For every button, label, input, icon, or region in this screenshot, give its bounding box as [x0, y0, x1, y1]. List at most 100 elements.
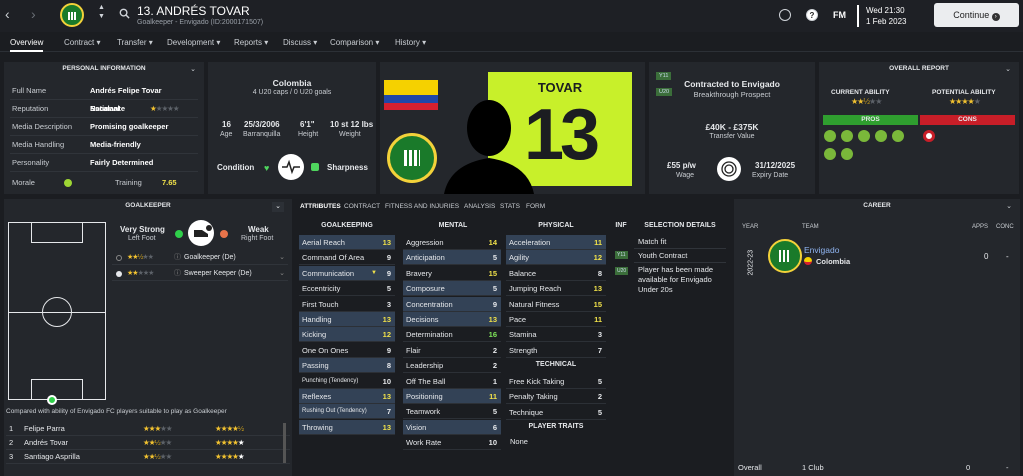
attribute-row[interactable]: Flair 2	[403, 343, 501, 358]
tab-contract[interactable]: Contract ▾	[64, 38, 100, 47]
player-name: Santiago Asprilla	[24, 452, 80, 461]
search-icon[interactable]	[119, 8, 130, 19]
position-marker[interactable]	[47, 395, 57, 405]
attribute-row[interactable]: Concentration 9	[403, 296, 501, 312]
role-row[interactable]: ★★½★★ ⓘ Goalkeeper (De) ⌄	[112, 251, 288, 265]
selection-text: Youth Contract	[638, 251, 688, 260]
pro-icon[interactable]	[841, 130, 853, 142]
role-row[interactable]: ★★★★★ ⓘ Sweeper Keeper (De) ⌄	[112, 267, 288, 281]
attribute-row[interactable]: Determination 16	[403, 327, 501, 343]
tab-transfer[interactable]: Transfer ▾	[117, 38, 153, 47]
attribute-row[interactable]: Leadership 2	[403, 358, 501, 374]
attribute-row[interactable]: Acceleration 11	[506, 235, 606, 250]
attribute-row[interactable]: Kicking 12	[299, 327, 395, 343]
attribute-row[interactable]: Agility 12	[506, 250, 606, 266]
tab-overview[interactable]: Overview	[10, 38, 44, 52]
pro-icon[interactable]	[858, 130, 870, 142]
attribute-row[interactable]: Decisions 13	[403, 312, 501, 327]
attribute-row[interactable]: Balance 8	[506, 266, 606, 281]
pro-icon[interactable]	[824, 148, 836, 160]
attribute-row[interactable]: First Touch 3	[299, 297, 395, 312]
info-row: Full Name Andrés Felipe Tovar Escalante	[10, 82, 198, 113]
panel-title: CAREER	[863, 202, 891, 209]
attribute-row[interactable]: Punching (Tendency) 10	[299, 374, 395, 389]
attribute-row[interactable]: Jumping Reach 13	[506, 281, 606, 297]
attribute-row[interactable]: Technique 5	[506, 405, 606, 420]
continue-button[interactable]: Continue ›	[934, 3, 1019, 27]
morale-icon[interactable]	[64, 179, 72, 187]
attribute-row[interactable]: One On Ones 9	[299, 343, 395, 358]
fm-logo[interactable]: FM	[833, 10, 846, 20]
attribute-row[interactable]: Reflexes 13	[299, 389, 395, 404]
clubs-count: 1 Club	[802, 463, 824, 472]
attribute-value: 13	[382, 392, 391, 401]
attribute-row[interactable]: Natural Fitness 15	[506, 297, 606, 312]
attribute-row[interactable]: Rushing Out (Tendency) 7	[299, 404, 395, 420]
attribute-row[interactable]: Penalty Taking 2	[506, 389, 606, 405]
pro-icon[interactable]	[824, 130, 836, 142]
chevron-down-icon[interactable]: ⌄	[190, 65, 196, 73]
col-year: YEAR	[742, 224, 759, 230]
role-name: Goalkeeper (De)	[184, 254, 236, 261]
list-item[interactable]: 2 Andrés Tovar ★★½★★ ★★★★★	[6, 436, 290, 450]
attribute-row[interactable]: Handling 13	[299, 312, 395, 327]
attribute-row[interactable]: Free Kick Taking 5	[506, 374, 606, 389]
pro-icon[interactable]	[892, 130, 904, 142]
list-item[interactable]: 1 Felipe Parra ★★★★★ ★★★★½	[6, 422, 290, 436]
continue-label: Continue	[953, 10, 990, 20]
attribute-row[interactable]: Throwing 13	[299, 419, 395, 435]
chevron-down-icon[interactable]: ⌄	[272, 202, 284, 212]
scrollbar[interactable]	[283, 423, 286, 463]
potential-ability-stars: ★★★★★	[949, 97, 981, 106]
help-icon[interactable]: ?	[806, 9, 818, 21]
attribute-row[interactable]: Teamwork 5	[403, 404, 501, 420]
club-logo[interactable]	[60, 3, 84, 27]
attribute-row[interactable]: Eccentricity 5	[299, 281, 395, 297]
pro-icon[interactable]	[841, 148, 853, 160]
attribute-row[interactable]: Bravery 15	[403, 266, 501, 281]
target-icon[interactable]	[923, 130, 935, 142]
current-ability-stars: ★★½★★	[851, 97, 882, 106]
radio-selected-icon[interactable]	[116, 271, 122, 277]
tab-history[interactable]: History ▾	[395, 38, 426, 47]
tab-attributes[interactable]: ATTRIBUTES	[300, 203, 341, 210]
tab-fitness[interactable]: FITNESS AND INJURIES	[385, 203, 459, 210]
tab-analysis[interactable]: ANALYSIS	[464, 203, 495, 210]
attribute-row[interactable]: Stamina 3	[506, 327, 606, 343]
pro-icon[interactable]	[875, 130, 887, 142]
attribute-name: Stamina	[509, 330, 537, 340]
attribute-row[interactable]: Off The Ball 1	[403, 374, 501, 389]
attribute-row[interactable]: Aerial Reach 13	[299, 235, 395, 250]
attribute-row[interactable]: Composure 5	[403, 281, 501, 297]
attribute-row[interactable]: Passing 8	[299, 358, 395, 374]
attribute-row[interactable]: Pace 11	[506, 312, 606, 327]
player-name: Felipe Parra	[24, 424, 65, 433]
list-item[interactable]: 3 Santiago Asprilla ★★½★★ ★★★★★	[6, 450, 290, 464]
tab-reports[interactable]: Reports ▾	[234, 38, 268, 47]
tab-contract[interactable]: CONTRACT	[344, 203, 380, 210]
tab-form[interactable]: FORM	[526, 203, 545, 210]
team-link[interactable]: Envigado	[804, 245, 839, 255]
radio-icon[interactable]	[116, 255, 122, 261]
tab-stats[interactable]: STATS	[500, 203, 520, 210]
chevron-down-icon[interactable]: ⌄	[1005, 65, 1011, 73]
tab-discuss[interactable]: Discuss ▾	[283, 38, 317, 47]
attribute-row[interactable]: Strength 7	[506, 343, 606, 358]
sharpness-icon	[311, 163, 319, 171]
attribute-row[interactable]: Communication 9 ▼	[299, 265, 395, 281]
attribute-row[interactable]: Command Of Area 9	[299, 250, 395, 266]
attribute-name: One On Ones	[302, 345, 349, 355]
attribute-row[interactable]: Positioning 11	[403, 389, 501, 404]
attribute-row[interactable]: Work Rate 10	[403, 435, 501, 451]
ball-icon[interactable]	[779, 9, 791, 21]
player-switch-icon[interactable]: ▲ ▼	[98, 3, 105, 21]
role-stars: ★★½★★	[127, 254, 154, 261]
chevron-down-icon[interactable]: ⌄	[1006, 202, 1012, 210]
forward-icon[interactable]: ›	[31, 6, 36, 22]
attribute-row[interactable]: Anticipation 5	[403, 250, 501, 266]
tab-comparison[interactable]: Comparison ▾	[330, 38, 379, 47]
back-icon[interactable]: ‹	[5, 6, 10, 22]
tab-development[interactable]: Development ▾	[167, 38, 220, 47]
attribute-row[interactable]: Aggression 14	[403, 235, 501, 250]
attribute-row[interactable]: Vision 6	[403, 419, 501, 435]
